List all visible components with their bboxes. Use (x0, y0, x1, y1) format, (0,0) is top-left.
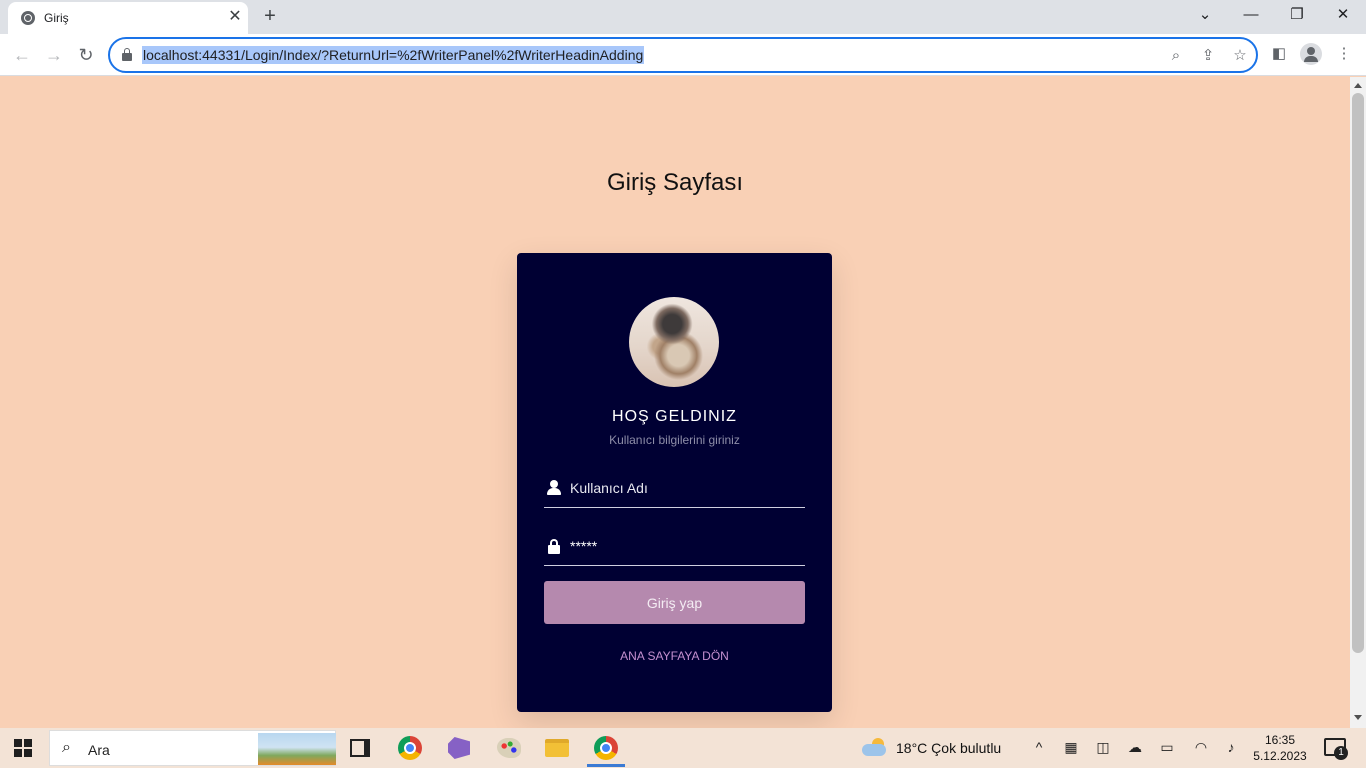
avatar (629, 297, 719, 387)
wifi-icon[interactable]: ◠ (1192, 739, 1210, 756)
notification-icon[interactable]: 1 (1324, 738, 1348, 760)
close-tab-icon[interactable]: ✕ (226, 8, 244, 26)
search-placeholder: Ara (88, 742, 110, 758)
page-viewport: Giriş Sayfası HOŞ GELDINIZ Kullanıcı bil… (0, 77, 1350, 728)
star-icon[interactable]: ☆ (1230, 46, 1250, 66)
login-button[interactable]: Giriş yap (544, 581, 805, 624)
forward-icon[interactable]: → (41, 42, 67, 68)
windows-icon[interactable] (14, 739, 32, 757)
username-input[interactable] (570, 476, 800, 500)
page-title: Giriş Sayfası (606, 169, 744, 196)
task-view-icon[interactable] (350, 739, 370, 757)
new-tab-button[interactable]: + (258, 4, 282, 28)
file-explorer-icon[interactable] (542, 733, 572, 763)
weather-text[interactable]: 18°C Çok bulutlu (896, 740, 1001, 756)
back-icon[interactable]: ← (9, 42, 35, 68)
battery-icon[interactable]: ▭ (1158, 739, 1176, 756)
login-subtitle: Kullanıcı bilgilerini giriniz (609, 433, 740, 447)
tab-title: Giriş (44, 11, 69, 25)
password-input[interactable] (570, 534, 800, 558)
close-window-icon[interactable]: ✕ (1331, 4, 1355, 26)
browser-toolbar: ← → ↻ localhost:44331/Login/Index/?Retur… (0, 34, 1366, 76)
camera-icon[interactable]: ◫ (1094, 739, 1112, 756)
browser-tabstrip: Giriş ✕ + ⌄ — ❐ ✕ (0, 0, 1366, 34)
taskbar-search[interactable]: ⌕ Ara (49, 730, 336, 766)
browser-tab[interactable]: Giriş ✕ (8, 2, 248, 34)
username-field (544, 468, 805, 508)
url-text[interactable]: localhost:44331/Login/Index/?ReturnUrl=%… (142, 46, 645, 64)
restore-icon[interactable]: ❐ (1285, 4, 1309, 26)
login-card: HOŞ GELDINIZ Kullanıcı bilgilerini girin… (517, 253, 832, 712)
tab-search-chevron-icon[interactable]: ⌄ (1193, 4, 1217, 26)
search-highlight-image (258, 733, 336, 765)
profile-icon[interactable] (1300, 43, 1322, 65)
page-scrollbar[interactable] (1350, 77, 1366, 728)
search-icon: ⌕ (62, 739, 71, 756)
scroll-up-icon[interactable] (1354, 83, 1362, 88)
system-clock[interactable]: 16:35 5.12.2023 (1252, 732, 1308, 764)
reload-icon[interactable]: ↻ (73, 42, 99, 68)
side-panel-icon[interactable]: ◧ (1268, 43, 1290, 65)
clock-date: 5.12.2023 (1253, 749, 1307, 763)
globe-icon (21, 11, 35, 25)
share-icon[interactable]: ⇪ (1198, 46, 1218, 66)
user-icon (547, 480, 561, 496)
address-bar[interactable]: localhost:44331/Login/Index/?ReturnUrl=%… (108, 37, 1258, 73)
chrome-taskbar-icon[interactable] (395, 733, 425, 763)
password-field (544, 526, 805, 566)
volume-icon[interactable]: ♪ (1222, 739, 1240, 755)
scroll-thumb[interactable] (1352, 93, 1364, 653)
welcome-heading: HOŞ GELDINIZ (612, 408, 737, 425)
scroll-down-icon[interactable] (1354, 715, 1362, 720)
show-hidden-icons-icon[interactable]: ^ (1030, 739, 1048, 755)
onedrive-icon[interactable]: ☁ (1126, 739, 1144, 756)
tray-app-icon[interactable]: ▦ (1062, 739, 1080, 756)
paint-icon[interactable] (494, 733, 524, 763)
minimize-icon[interactable]: — (1239, 4, 1263, 26)
weather-icon[interactable] (862, 738, 888, 756)
home-page-link[interactable]: ANA SAYFAYA DÖN (517, 649, 832, 663)
chrome-active-icon[interactable] (587, 733, 625, 767)
visual-studio-icon[interactable] (444, 733, 474, 763)
clock-time: 16:35 (1264, 733, 1296, 747)
zoom-icon[interactable]: ⌕ (1166, 46, 1186, 66)
lock-icon[interactable] (122, 48, 132, 62)
password-lock-icon (547, 538, 561, 554)
notification-badge: 1 (1334, 746, 1348, 760)
menu-icon[interactable]: ⋮ (1333, 43, 1355, 65)
taskbar: ⌕ Ara 18°C Çok bulutlu ^ ▦ ◫ ☁ ▭ ◠ ♪ 16:… (0, 728, 1366, 768)
